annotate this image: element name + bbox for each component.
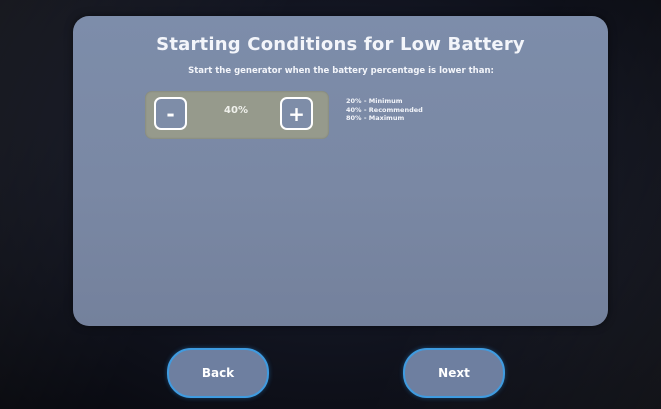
next-button[interactable]: Next [403,348,505,398]
minus-icon: - [166,101,175,126]
battery-threshold-stepper: - 40% + [145,91,329,139]
increment-button[interactable]: + [280,97,313,130]
hint-minimum: 20% - Minimum [346,97,403,105]
back-button-label: Back [201,366,235,380]
decrement-button[interactable]: - [154,97,187,130]
hint-recommended: 40% - Recommended [346,105,423,114]
threshold-hints: 20% - Minimum 40% - Recommended 80% - Ma… [346,97,423,123]
next-button-label: Next [438,366,470,380]
page-title: Starting Conditions for Low Battery [156,34,525,55]
threshold-value: 40% [224,105,248,116]
settings-panel [73,16,608,326]
page-subtitle: Start the generator when the battery per… [188,66,494,76]
hint-maximum: 80% - Maximum [346,114,405,122]
plus-icon: + [288,101,305,126]
back-button[interactable]: Back [167,348,269,398]
